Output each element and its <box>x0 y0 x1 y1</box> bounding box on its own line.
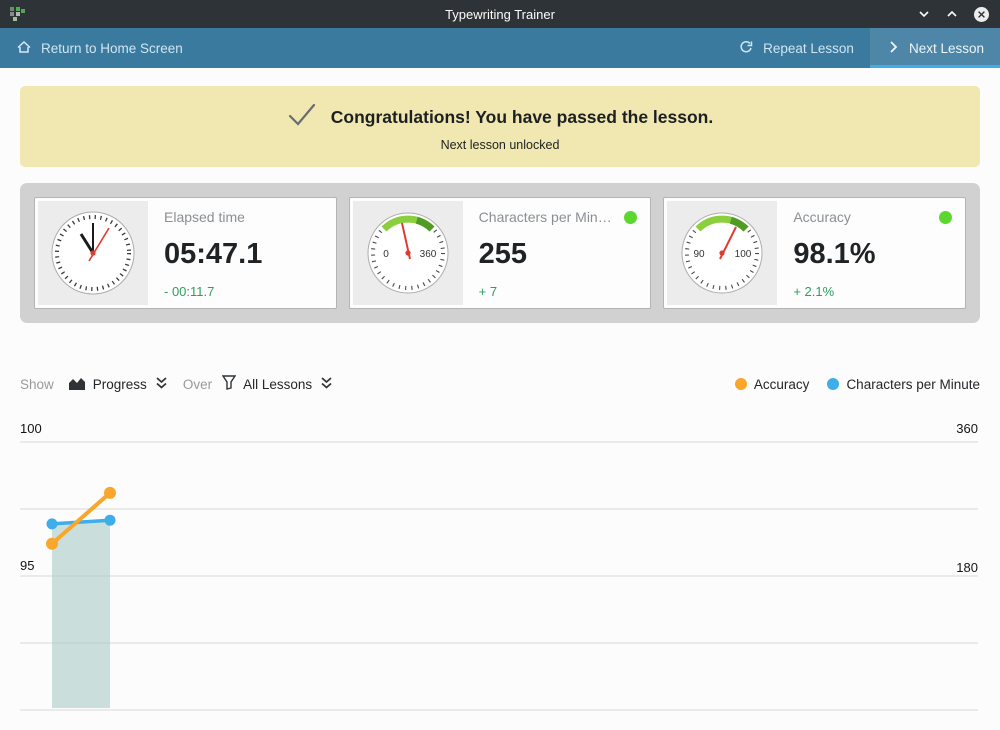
cpm-status-dot <box>624 211 637 224</box>
cpm-gauge: 0 360 <box>353 201 463 305</box>
lesson-filter-value: All Lessons <box>243 377 312 392</box>
lesson-filter-select[interactable]: All Lessons <box>222 375 334 394</box>
svg-text:360: 360 <box>419 249 436 260</box>
window-title: Typewriting Trainer <box>0 7 1000 22</box>
elapsed-time-label: Elapsed time <box>164 209 245 225</box>
repeat-lesson-button[interactable]: Repeat Lesson <box>722 28 870 68</box>
close-button[interactable] <box>973 6 990 23</box>
double-chevron-down-icon <box>319 375 334 394</box>
elapsed-time-value: 05:47.1 <box>164 240 323 269</box>
accuracy-value: 98.1% <box>793 240 952 269</box>
right-axis-mid-label: 180 <box>956 560 978 575</box>
svg-text:100: 100 <box>735 249 752 260</box>
elapsed-time-delta: - 00:11.7 <box>164 284 323 299</box>
home-icon <box>16 39 32 58</box>
accuracy-legend-dot <box>735 378 747 390</box>
cpm-delta: + 7 <box>479 284 638 299</box>
return-home-button[interactable]: Return to Home Screen <box>0 28 199 68</box>
checkmark-icon <box>287 103 317 132</box>
right-axis-top-label: 360 <box>956 421 978 436</box>
legend-item-cpm: Characters per Minute <box>827 377 980 392</box>
over-label: Over <box>183 377 212 392</box>
progress-chart-canvas <box>0 411 1000 730</box>
chart-filter-row: Show Progress Over All Lessons Accuracy … <box>20 369 980 399</box>
graph-type-select[interactable]: Progress <box>68 375 169 394</box>
pass-banner: Congratulations! You have passed the les… <box>20 86 980 167</box>
chevron-right-icon <box>886 40 900 57</box>
left-axis-top-label: 100 <box>20 421 42 436</box>
left-axis-mid-label: 95 <box>20 558 34 573</box>
show-label: Show <box>20 377 54 392</box>
maximize-button[interactable] <box>945 7 959 21</box>
accuracy-card: 90 100 Accuracy 98.1% + 2.1% <box>663 197 966 309</box>
accuracy-delta: + 2.1% <box>793 284 952 299</box>
accuracy-label: Accuracy <box>793 209 851 225</box>
svg-text:90: 90 <box>694 249 706 260</box>
repeat-lesson-label: Repeat Lesson <box>763 41 854 56</box>
accuracy-status-dot <box>939 211 952 224</box>
accuracy-legend-label: Accuracy <box>754 377 810 392</box>
elapsed-time-card: Elapsed time 05:47.1 - 00:11.7 <box>34 197 337 309</box>
area-chart-icon <box>68 375 86 394</box>
accuracy-gauge: 90 100 <box>667 201 777 305</box>
next-lesson-button[interactable]: Next Lesson <box>870 28 1000 68</box>
progress-chart: 100 95 360 180 <box>0 411 1000 730</box>
filter-funnel-icon <box>222 375 236 393</box>
banner-title: Congratulations! You have passed the les… <box>331 107 714 128</box>
titlebar: Typewriting Trainer <box>0 0 1000 28</box>
cpm-card: 0 360 Characters per Min… 255 + 7 <box>349 197 652 309</box>
app-icon <box>10 6 26 22</box>
stats-panel: Elapsed time 05:47.1 - 00:11.7 0 360 Cha… <box>20 183 980 323</box>
repeat-icon <box>738 39 754 58</box>
clock-graphic <box>38 201 148 305</box>
return-home-label: Return to Home Screen <box>41 41 183 56</box>
next-lesson-label: Next Lesson <box>909 41 984 56</box>
cpm-legend-dot <box>827 378 839 390</box>
legend-item-accuracy: Accuracy <box>735 377 810 392</box>
minimize-button[interactable] <box>917 7 931 21</box>
graph-type-value: Progress <box>93 377 147 392</box>
banner-subtitle: Next lesson unlocked <box>30 138 970 152</box>
double-chevron-down-icon <box>154 375 169 394</box>
navbar: Return to Home Screen Repeat Lesson Next… <box>0 28 1000 68</box>
chart-legend: Accuracy Characters per Minute <box>735 377 980 392</box>
cpm-label: Characters per Min… <box>479 209 612 225</box>
cpm-legend-label: Characters per Minute <box>846 377 980 392</box>
cpm-value: 255 <box>479 240 638 269</box>
svg-text:0: 0 <box>383 249 389 260</box>
